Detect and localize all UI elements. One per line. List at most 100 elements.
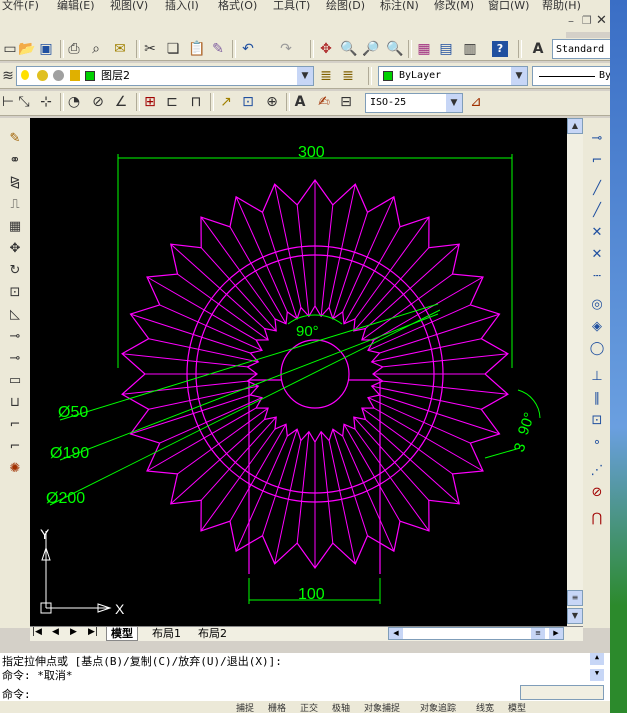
tab-first-icon[interactable]: |◀ bbox=[32, 627, 42, 637]
pan-icon[interactable]: ✥ bbox=[318, 41, 334, 57]
dim-update-icon[interactable]: ⊟ bbox=[338, 94, 354, 110]
save-icon[interactable]: ▣ bbox=[38, 41, 54, 57]
layer-previous-icon[interactable]: ≣ bbox=[340, 68, 356, 84]
stretch-icon[interactable]: ◺ bbox=[6, 306, 24, 324]
tab-next-icon[interactable]: ▶ bbox=[70, 627, 77, 637]
dim-style-combo[interactable]: ISO-25 ▼ bbox=[365, 93, 463, 113]
erase-icon[interactable]: ✎ bbox=[6, 130, 24, 148]
status-lineweight[interactable]: 线宽 bbox=[476, 701, 494, 713]
snap-from-icon[interactable]: ⌐ bbox=[588, 152, 606, 170]
undo-icon[interactable]: ↶ bbox=[240, 41, 256, 57]
status-ortho[interactable]: 正交 bbox=[300, 701, 318, 713]
color-combo[interactable]: ByLayer ▼ bbox=[378, 66, 528, 86]
snap-endpoint-icon[interactable]: ╱ bbox=[588, 180, 606, 198]
paste-icon[interactable]: 📋 bbox=[188, 41, 205, 57]
dim-edit-icon[interactable]: A bbox=[292, 94, 308, 110]
dim-style-dropdown-icon[interactable]: ▼ bbox=[446, 94, 462, 112]
tab-model[interactable]: 模型 bbox=[106, 627, 138, 641]
fillet-icon[interactable]: ⌐ bbox=[6, 438, 24, 456]
matchprop-icon[interactable]: ✎ bbox=[210, 41, 226, 57]
rotate-icon[interactable]: ↻ bbox=[6, 262, 24, 280]
status-grid[interactable]: 栅格 bbox=[268, 701, 286, 713]
cmd-hscroll[interactable] bbox=[520, 685, 604, 700]
dim-linear-icon[interactable]: ⊢ bbox=[0, 94, 16, 110]
snap-apparent-icon[interactable]: ✕ bbox=[588, 246, 606, 264]
join-icon[interactable]: ⊔ bbox=[6, 394, 24, 412]
chamfer-icon[interactable]: ⌐ bbox=[6, 416, 24, 434]
horizontal-scrollbar[interactable]: ◀ ≡ ▶ bbox=[388, 627, 564, 640]
menu-view[interactable]: 视图(V) bbox=[110, 0, 148, 13]
menu-edit[interactable]: 编辑(E) bbox=[57, 0, 95, 13]
tab-layout1[interactable]: 布局1 bbox=[148, 627, 185, 640]
color-dropdown-icon[interactable]: ▼ bbox=[511, 67, 527, 85]
cmd-scroll-up-icon[interactable]: ▲ bbox=[590, 653, 604, 665]
osnap-settings-icon[interactable]: ⋂ bbox=[588, 510, 606, 528]
linetype-combo[interactable]: By bbox=[532, 66, 611, 86]
open-icon[interactable]: 📂 bbox=[18, 41, 35, 57]
snap-intersection-icon[interactable]: ✕ bbox=[588, 224, 606, 242]
dim-continue-icon[interactable]: ⊓ bbox=[188, 94, 204, 110]
menu-format[interactable]: 格式(O) bbox=[218, 0, 257, 13]
snap-none-icon[interactable]: ⊘ bbox=[588, 484, 606, 502]
copy-object-icon[interactable]: ⚭ bbox=[6, 152, 24, 170]
explode-icon[interactable]: ✺ bbox=[6, 460, 24, 478]
menu-dimension[interactable]: 标注(N) bbox=[380, 0, 419, 13]
mirror-icon[interactable]: ⧎ bbox=[6, 174, 24, 192]
scale-icon[interactable]: ⊡ bbox=[6, 284, 24, 302]
move-icon[interactable]: ✥ bbox=[6, 240, 24, 258]
preview-icon[interactable]: ⌕ bbox=[88, 41, 104, 57]
cmd-scroll-down-icon[interactable]: ▼ bbox=[590, 669, 604, 681]
menu-window[interactable]: 窗口(W) bbox=[488, 0, 529, 13]
dim-style-manager-icon[interactable]: ⊿ bbox=[468, 94, 484, 110]
status-model[interactable]: 模型 bbox=[508, 701, 526, 713]
tolerance-icon[interactable]: ⊡ bbox=[240, 94, 256, 110]
zoom-previous-icon[interactable]: 🔍 bbox=[386, 41, 403, 57]
status-otrack[interactable]: 对象追踪 bbox=[420, 701, 456, 713]
break-icon[interactable]: ▭ bbox=[6, 372, 24, 390]
snap-perpendicular-icon[interactable]: ⊥ bbox=[588, 368, 606, 386]
tab-layout2[interactable]: 布局2 bbox=[194, 627, 231, 640]
copy-icon[interactable]: ❏ bbox=[165, 41, 181, 57]
hscroll-thumb[interactable]: ≡ bbox=[531, 628, 545, 639]
layer-dropdown-icon[interactable]: ▼ bbox=[297, 67, 313, 85]
menu-tools[interactable]: 工具(T) bbox=[273, 0, 310, 13]
minimize-icon[interactable]: – bbox=[568, 14, 574, 28]
dim-angular-icon[interactable]: ∠ bbox=[113, 94, 129, 110]
cut-icon[interactable]: ✂ bbox=[142, 41, 158, 57]
dim-baseline-icon[interactable]: ⊏ bbox=[164, 94, 180, 110]
command-input[interactable]: 命令: bbox=[2, 686, 31, 702]
quick-dim-icon[interactable]: ⊞ bbox=[142, 94, 158, 110]
scroll-up-icon[interactable]: ▲ bbox=[567, 118, 583, 134]
redo-icon[interactable]: ↷ bbox=[278, 41, 294, 57]
snap-center-icon[interactable]: ◎ bbox=[588, 296, 606, 314]
menu-file[interactable]: 文件(F) bbox=[2, 0, 39, 13]
snap-tangent-icon[interactable]: ◯ bbox=[588, 340, 606, 358]
dim-ordinate-icon[interactable]: ⊹ bbox=[38, 94, 54, 110]
hscroll-right-icon[interactable]: ▶ bbox=[549, 628, 563, 639]
menu-help[interactable]: 帮助(H) bbox=[542, 0, 581, 13]
snap-insert-icon[interactable]: ⊡ bbox=[588, 412, 606, 430]
layer-combo[interactable]: 图层2 ▼ bbox=[16, 66, 314, 86]
plot-icon[interactable]: ⎙ bbox=[66, 41, 82, 57]
dim-text-edit-icon[interactable]: ✍ bbox=[316, 94, 332, 110]
status-snap[interactable]: 捕捉 bbox=[236, 701, 254, 713]
offset-icon[interactable]: ⎍ bbox=[6, 196, 24, 214]
designcenter-icon[interactable]: ▤ bbox=[438, 41, 454, 57]
menu-insert[interactable]: 插入(I) bbox=[165, 0, 199, 13]
toolpalette-icon[interactable]: ▥ bbox=[462, 41, 478, 57]
properties-icon[interactable]: ▦ bbox=[416, 41, 432, 57]
make-current-layer-icon[interactable]: ≣ bbox=[318, 68, 334, 84]
menu-draw[interactable]: 绘图(D) bbox=[326, 0, 365, 13]
new-icon[interactable]: ▭ bbox=[2, 41, 18, 57]
menu-modify[interactable]: 修改(M) bbox=[434, 0, 474, 13]
snap-quadrant-icon[interactable]: ◈ bbox=[588, 318, 606, 336]
zoom-realtime-icon[interactable]: 🔍 bbox=[340, 41, 357, 57]
restore-icon[interactable]: ❐ bbox=[582, 14, 592, 27]
array-icon[interactable]: ▦ bbox=[6, 218, 24, 236]
leader-icon[interactable]: ↗ bbox=[218, 94, 234, 110]
center-mark-icon[interactable]: ⊕ bbox=[264, 94, 280, 110]
dim-radius-icon[interactable]: ◔ bbox=[66, 94, 82, 110]
help-icon[interactable]: ? bbox=[492, 41, 508, 57]
scroll-down-icon[interactable]: ▼ bbox=[567, 608, 583, 624]
snap-nearest-icon[interactable]: ⋰ bbox=[588, 462, 606, 480]
